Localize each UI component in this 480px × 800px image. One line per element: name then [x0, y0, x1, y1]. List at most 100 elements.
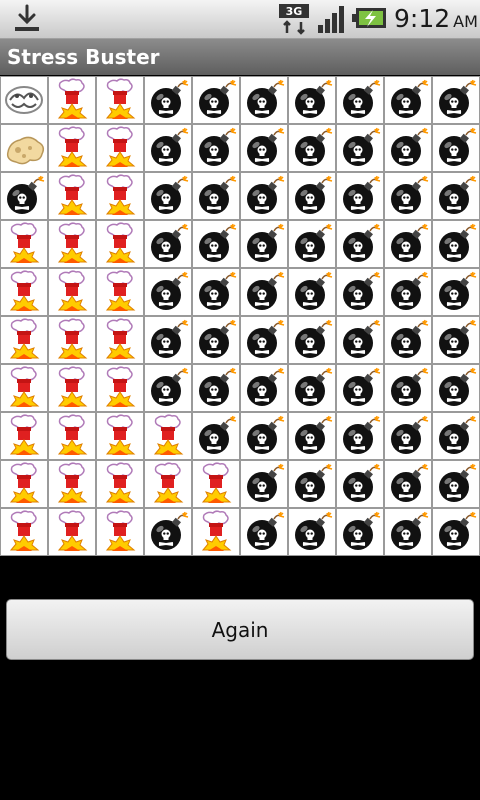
board-cell-skull-crossbones[interactable]	[0, 76, 48, 124]
board-cell-explosion[interactable]	[48, 364, 96, 412]
board-cell-explosion[interactable]	[96, 172, 144, 220]
board-cell-bomb[interactable]	[240, 364, 288, 412]
board-cell-explosion[interactable]	[96, 412, 144, 460]
board-cell-explosion[interactable]	[0, 268, 48, 316]
board-cell-bomb[interactable]	[432, 364, 480, 412]
board-cell-bomb[interactable]	[240, 268, 288, 316]
board-cell-explosion[interactable]	[0, 316, 48, 364]
board-cell-bomb[interactable]	[384, 364, 432, 412]
board-cell-explosion[interactable]	[96, 316, 144, 364]
board-cell-bomb[interactable]	[384, 460, 432, 508]
board-cell-explosion[interactable]	[0, 508, 48, 556]
board-cell-bomb[interactable]	[192, 220, 240, 268]
board-cell-bomb[interactable]	[0, 172, 48, 220]
board-cell-explosion[interactable]	[48, 220, 96, 268]
board-cell-bomb[interactable]	[336, 412, 384, 460]
board-cell-bomb[interactable]	[192, 76, 240, 124]
board-cell-explosion[interactable]	[48, 316, 96, 364]
board-cell-bomb[interactable]	[144, 172, 192, 220]
board-cell-bomb[interactable]	[144, 316, 192, 364]
board-cell-explosion[interactable]	[48, 76, 96, 124]
board-cell-explosion[interactable]	[48, 124, 96, 172]
board-cell-explosion[interactable]	[48, 268, 96, 316]
board-cell-explosion[interactable]	[0, 220, 48, 268]
board-cell-explosion[interactable]	[96, 220, 144, 268]
board-cell-bomb[interactable]	[384, 508, 432, 556]
board-cell-bomb[interactable]	[384, 316, 432, 364]
board-cell-bomb[interactable]	[240, 124, 288, 172]
board-cell-bomb[interactable]	[288, 316, 336, 364]
board-cell-bomb[interactable]	[288, 124, 336, 172]
board-cell-bomb[interactable]	[432, 220, 480, 268]
board-cell-bomb[interactable]	[240, 412, 288, 460]
board-cell-bomb[interactable]	[384, 220, 432, 268]
board-cell-bomb[interactable]	[192, 364, 240, 412]
board-cell-bomb[interactable]	[336, 220, 384, 268]
board-cell-bomb[interactable]	[432, 76, 480, 124]
board-cell-explosion[interactable]	[96, 76, 144, 124]
board-cell-bomb[interactable]	[432, 268, 480, 316]
board-cell-bomb[interactable]	[144, 220, 192, 268]
board-cell-explosion[interactable]	[96, 460, 144, 508]
board-cell-bomb[interactable]	[336, 364, 384, 412]
board-cell-bomb[interactable]	[384, 268, 432, 316]
board-cell-explosion[interactable]	[96, 268, 144, 316]
board-cell-bomb[interactable]	[336, 316, 384, 364]
board-cell-explosion[interactable]	[48, 508, 96, 556]
board-cell-bomb[interactable]	[240, 76, 288, 124]
board-cell-explosion[interactable]	[48, 172, 96, 220]
board-cell-bomb[interactable]	[432, 412, 480, 460]
board-cell-bomb[interactable]	[192, 268, 240, 316]
board-cell-explosion[interactable]	[96, 508, 144, 556]
board-cell-explosion[interactable]	[144, 460, 192, 508]
board-cell-bomb[interactable]	[432, 460, 480, 508]
board-cell-bomb[interactable]	[144, 364, 192, 412]
board-cell-bomb[interactable]	[240, 460, 288, 508]
board-cell-bomb[interactable]	[336, 172, 384, 220]
again-button[interactable]: Again	[6, 599, 474, 660]
board-cell-bomb[interactable]	[336, 460, 384, 508]
board-cell-bomb[interactable]	[240, 220, 288, 268]
board-cell-bomb[interactable]	[288, 460, 336, 508]
board-cell-bomb[interactable]	[432, 124, 480, 172]
board-cell-explosion[interactable]	[0, 412, 48, 460]
board-cell-explosion[interactable]	[192, 460, 240, 508]
board-cell-explosion[interactable]	[48, 460, 96, 508]
board-cell-explosion[interactable]	[192, 508, 240, 556]
board-cell-bomb[interactable]	[192, 124, 240, 172]
board-cell-bomb[interactable]	[432, 172, 480, 220]
board-cell-bomb[interactable]	[384, 172, 432, 220]
board-cell-bomb[interactable]	[144, 268, 192, 316]
board-cell-bomb[interactable]	[288, 220, 336, 268]
board-cell-bomb[interactable]	[384, 124, 432, 172]
board-cell-bomb[interactable]	[192, 412, 240, 460]
board-cell-explosion[interactable]	[0, 364, 48, 412]
board-cell-explosion[interactable]	[96, 364, 144, 412]
board-cell-bomb[interactable]	[240, 172, 288, 220]
board-cell-bomb[interactable]	[432, 508, 480, 556]
board-cell-explosion[interactable]	[144, 412, 192, 460]
board-cell-bomb[interactable]	[240, 508, 288, 556]
board-cell-bomb[interactable]	[144, 508, 192, 556]
board-cell-bomb[interactable]	[240, 316, 288, 364]
board-cell-bomb[interactable]	[384, 412, 432, 460]
board-cell-bomb[interactable]	[192, 316, 240, 364]
board-cell-bomb[interactable]	[384, 76, 432, 124]
board-cell-explosion[interactable]	[96, 124, 144, 172]
board-cell-bomb[interactable]	[288, 412, 336, 460]
board-cell-bomb[interactable]	[288, 268, 336, 316]
board-cell-bomb[interactable]	[336, 508, 384, 556]
board-cell-bomb[interactable]	[336, 76, 384, 124]
board-cell-bomb[interactable]	[336, 268, 384, 316]
board-cell-bomb[interactable]	[432, 316, 480, 364]
board-cell-explosion[interactable]	[0, 460, 48, 508]
board-cell-bomb[interactable]	[336, 124, 384, 172]
board-cell-bomb[interactable]	[144, 124, 192, 172]
board-cell-bomb[interactable]	[288, 76, 336, 124]
board-cell-bomb[interactable]	[288, 364, 336, 412]
board-cell-explosion[interactable]	[48, 412, 96, 460]
board-cell-bomb[interactable]	[144, 76, 192, 124]
board-cell-bomb[interactable]	[192, 172, 240, 220]
board-cell-bomb[interactable]	[288, 508, 336, 556]
board-cell-bomb[interactable]	[288, 172, 336, 220]
